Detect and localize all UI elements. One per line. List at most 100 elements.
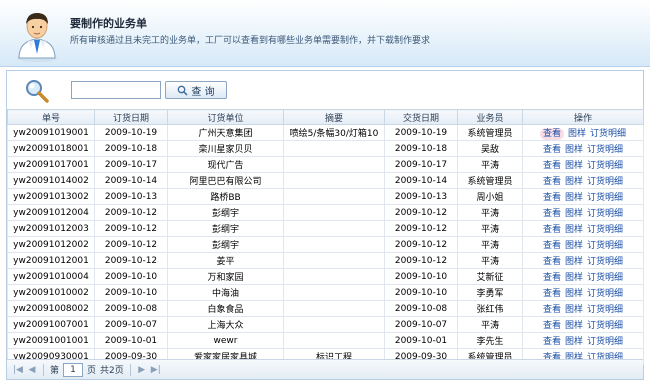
summary-cell xyxy=(283,172,385,189)
order-detail-link[interactable]: 订货明细 xyxy=(587,193,623,203)
order-date-cell: 2009-10-12 xyxy=(94,252,168,269)
delivery-date-cell: 2009-10-12 xyxy=(384,236,458,253)
image-link[interactable]: 图样 xyxy=(565,209,583,219)
order-detail-link[interactable]: 订货明细 xyxy=(587,305,623,315)
salesman-cell: 吴敌 xyxy=(457,140,523,157)
view-link[interactable]: 查看 xyxy=(543,177,561,187)
delivery-date-cell: 2009-10-07 xyxy=(384,316,458,333)
salesman-cell: 李勇军 xyxy=(457,284,523,301)
image-link[interactable]: 图样 xyxy=(565,161,583,171)
order-detail-link[interactable]: 订货明细 xyxy=(587,321,623,331)
view-link[interactable]: 查看 xyxy=(543,193,561,203)
page-number-input[interactable]: 1 xyxy=(63,362,84,377)
delivery-date-cell: 2009-10-12 xyxy=(384,220,458,237)
summary-cell xyxy=(283,220,385,237)
view-link[interactable]: 查看 xyxy=(543,209,561,219)
image-link[interactable]: 图样 xyxy=(565,145,583,155)
view-link[interactable]: 查看 xyxy=(543,257,561,267)
image-link[interactable]: 图样 xyxy=(565,257,583,267)
order-number-cell: yw20091012002 xyxy=(7,236,95,253)
order-number-cell: yw20091010002 xyxy=(7,284,95,301)
view-link[interactable]: 查看 xyxy=(543,161,561,171)
table-row: yw20091017001 2009-10-17 现代广告 2009-10-17 平涛查… xyxy=(7,156,644,173)
salesman-cell: 平涛 xyxy=(457,236,523,253)
order-detail-link[interactable]: 订货明细 xyxy=(587,177,623,187)
order-number-cell: yw20091017001 xyxy=(7,156,95,173)
image-link[interactable]: 图样 xyxy=(565,289,583,299)
order-detail-link[interactable]: 订货明细 xyxy=(587,145,623,155)
page-unit-label: 页 xyxy=(87,366,97,376)
view-link[interactable]: 查看 xyxy=(543,337,561,347)
salesman-cell: 李先生 xyxy=(457,332,523,349)
order-detail-link[interactable]: 订货明细 xyxy=(587,289,623,299)
order-date-cell: 2009-10-18 xyxy=(94,140,168,157)
view-link[interactable]: 查看 xyxy=(543,321,561,331)
order-number-cell: yw20091007001 xyxy=(7,316,95,333)
search-button[interactable]: 查 询 xyxy=(165,81,227,99)
view-link[interactable]: 查看 xyxy=(543,225,561,235)
order-number-cell: yw20091012004 xyxy=(7,204,95,221)
summary-cell xyxy=(283,300,385,317)
delivery-date-cell: 2009-10-10 xyxy=(384,268,458,285)
order-detail-link[interactable]: 订货明细 xyxy=(587,257,623,267)
order-detail-link[interactable]: 订货明细 xyxy=(587,225,623,235)
image-link[interactable]: 图样 xyxy=(565,225,583,235)
table-row: yw20091001001 2009-10-01 wewr 2009-10-01 李先生… xyxy=(7,332,644,349)
actions-cell: 查看 图样 订货明细 xyxy=(522,236,644,253)
view-link[interactable]: 查看 xyxy=(543,305,561,315)
table-row: yw20091012002 2009-10-12 彭纲宇 2009-10-12 平涛 查看… xyxy=(7,236,644,253)
column-header-delivery-date[interactable]: 交货日期 xyxy=(384,109,458,125)
view-link[interactable]: 查看 xyxy=(543,289,561,299)
image-link[interactable]: 图样 xyxy=(565,193,583,203)
table-row: yw20091012003 2009-10-12 彭纲宇 2009-10-12 平涛 查看… xyxy=(7,220,644,237)
order-number-cell: yw20091012001 xyxy=(7,252,95,269)
prev-page-icon[interactable]: ◀ xyxy=(27,365,37,375)
image-link[interactable]: 图样 xyxy=(565,241,583,251)
order-date-cell: 2009-10-17 xyxy=(94,156,168,173)
delivery-date-cell: 2009-10-01 xyxy=(384,332,458,349)
view-link[interactable]: 查看 xyxy=(543,273,561,283)
next-page-icon[interactable]: ▶ xyxy=(137,365,147,375)
order-table: 单号 订货日期 订货单位 摘要 交货日期 业务员 操作 yw2009101900… xyxy=(7,109,644,365)
order-detail-link[interactable]: 订货明细 xyxy=(587,161,623,171)
image-link[interactable]: 图样 xyxy=(568,129,586,139)
order-unit-cell: 上海大众 xyxy=(167,316,284,333)
order-unit-cell: 万和家园 xyxy=(167,268,284,285)
order-detail-link[interactable]: 订货明细 xyxy=(587,241,623,251)
column-header-summary[interactable]: 摘要 xyxy=(283,109,385,125)
view-link[interactable]: 查看 xyxy=(539,128,564,140)
summary-cell xyxy=(283,284,385,301)
delivery-date-cell: 2009-10-18 xyxy=(384,140,458,157)
image-link[interactable]: 图样 xyxy=(565,321,583,331)
salesman-cell: 系统管理员 xyxy=(457,124,523,141)
summary-cell xyxy=(283,252,385,269)
order-date-cell: 2009-10-14 xyxy=(94,172,168,189)
view-link[interactable]: 查看 xyxy=(543,241,561,251)
image-link[interactable]: 图样 xyxy=(565,177,583,187)
first-page-icon[interactable]: |◀ xyxy=(13,365,23,375)
order-number-cell: yw20091001001 xyxy=(7,332,95,349)
column-header-salesman[interactable]: 业务员 xyxy=(457,109,523,125)
magnifier-icon xyxy=(26,80,49,103)
total-pages-label: 共2页 xyxy=(100,366,124,376)
summary-cell: 喷绘5/条幅30/灯箱10 xyxy=(283,124,385,141)
order-detail-link[interactable]: 订货明细 xyxy=(587,337,623,347)
order-unit-cell: 栾川星家贝贝 xyxy=(167,140,284,157)
last-page-icon[interactable]: ▶| xyxy=(151,365,161,375)
order-detail-link[interactable]: 订货明细 xyxy=(587,273,623,283)
search-input[interactable] xyxy=(71,81,161,99)
view-link[interactable]: 查看 xyxy=(543,145,561,155)
order-detail-link[interactable]: 订货明细 xyxy=(587,209,623,219)
column-header-no[interactable]: 单号 xyxy=(7,109,95,125)
order-unit-cell: 彭纲宇 xyxy=(167,220,284,237)
order-unit-cell: 姜平 xyxy=(167,252,284,269)
order-detail-link[interactable]: 订货明细 xyxy=(590,129,626,139)
image-link[interactable]: 图样 xyxy=(565,337,583,347)
column-header-unit[interactable]: 订货单位 xyxy=(167,109,284,125)
order-date-cell: 2009-10-07 xyxy=(94,316,168,333)
column-header-order-date[interactable]: 订货日期 xyxy=(94,109,168,125)
image-link[interactable]: 图样 xyxy=(565,273,583,283)
image-link[interactable]: 图样 xyxy=(565,305,583,315)
salesman-cell: 平涛 xyxy=(457,316,523,333)
actions-cell: 查看 图样 订货明细 xyxy=(522,316,644,333)
